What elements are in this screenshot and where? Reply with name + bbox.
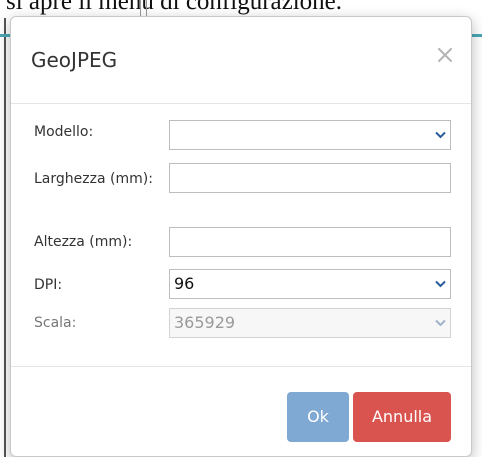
dpi-value: 96 xyxy=(174,274,195,293)
dpi-label: DPI: xyxy=(34,277,63,293)
dpi-select[interactable]: 96 xyxy=(169,269,451,299)
model-select[interactable] xyxy=(169,120,451,150)
close-icon[interactable] xyxy=(433,43,457,67)
cancel-button[interactable]: Annulla xyxy=(353,392,451,442)
chevron-down-icon[interactable] xyxy=(430,121,450,149)
width-label: Larghezza (mm): xyxy=(34,171,153,187)
dialog-title: GeoJPEG xyxy=(31,48,118,72)
chevron-down-icon xyxy=(430,309,450,337)
geojpeg-dialog: GeoJPEG Modello: Larghezza (mm): Altezza… xyxy=(10,16,472,457)
ok-button[interactable]: Ok xyxy=(287,392,349,442)
scale-label: Scala: xyxy=(34,315,77,331)
scale-value: 365929 xyxy=(174,313,236,332)
dialog-footer-divider xyxy=(11,366,471,367)
background-heading: si apre il menù di configurazione. xyxy=(6,0,342,15)
background-left-border xyxy=(4,18,6,457)
width-input[interactable] xyxy=(169,163,451,193)
scale-select: 365929 xyxy=(169,308,451,338)
height-label: Altezza (mm): xyxy=(34,234,133,250)
model-label: Modello: xyxy=(34,124,94,140)
dialog-header: GeoJPEG xyxy=(11,17,471,104)
height-input[interactable] xyxy=(169,227,451,257)
chevron-down-icon[interactable] xyxy=(430,270,450,298)
